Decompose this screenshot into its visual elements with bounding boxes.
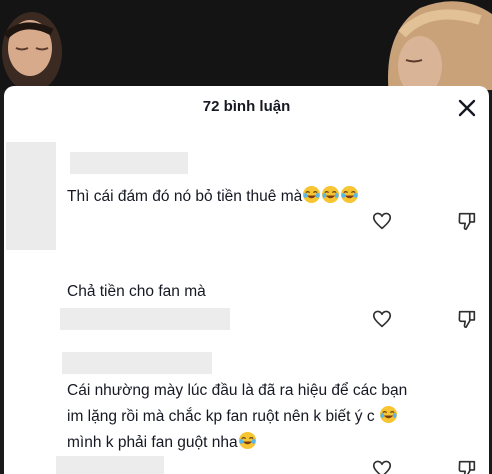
like-button[interactable] — [371, 210, 393, 232]
heart-outline-icon — [372, 310, 392, 328]
thumbs-down-icon — [458, 212, 476, 231]
heart-outline-icon — [372, 212, 392, 230]
laughing-emoji — [238, 431, 257, 450]
comment-count-title: 72 bình luận — [202, 98, 291, 115]
username-blurred[interactable] — [56, 456, 164, 474]
avatar-blurred[interactable] — [6, 142, 56, 250]
username-blurred[interactable] — [62, 352, 212, 374]
like-button[interactable] — [371, 308, 393, 330]
dislike-button[interactable] — [456, 210, 478, 232]
laughing-emoji — [340, 185, 359, 204]
comment-text: Cái nhường mày lúc đầu là đã ra hiệu để … — [67, 382, 408, 451]
comments-header: 72 bình luận — [4, 86, 489, 128]
thumbs-down-icon — [458, 310, 476, 329]
comment-text: Thì cái đám đó nó bỏ tiền thuê mà — [67, 184, 467, 210]
heart-outline-icon — [372, 460, 392, 474]
laughing-emoji — [302, 185, 321, 204]
laughing-emoji-group — [302, 185, 359, 205]
close-button[interactable] — [455, 96, 479, 120]
thumbs-down-icon — [458, 460, 476, 474]
comment-text: Chả tiền cho fan mà — [67, 283, 206, 300]
username-blurred[interactable] — [70, 152, 188, 174]
video-person-left — [2, 12, 62, 90]
comment-item: Chả tiền cho fan mà — [4, 266, 489, 346]
laughing-emoji — [321, 185, 340, 204]
username-blurred[interactable] — [60, 308, 230, 330]
dislike-button[interactable] — [456, 458, 478, 474]
video-background — [0, 0, 492, 90]
comment-item: Thì cái đám đó nó bỏ tiền thuê mà — [4, 142, 489, 252]
like-button[interactable] — [371, 458, 393, 474]
laughing-emoji — [379, 405, 398, 424]
dislike-button[interactable] — [456, 308, 478, 330]
comment-item: Cái nhường mày lúc đầu là đã ra hiệu để … — [4, 348, 489, 474]
comments-sheet: 72 bình luận Thì cái đám đó nó bỏ tiền t… — [4, 86, 489, 474]
video-person-right — [388, 1, 492, 90]
close-icon — [458, 99, 476, 117]
